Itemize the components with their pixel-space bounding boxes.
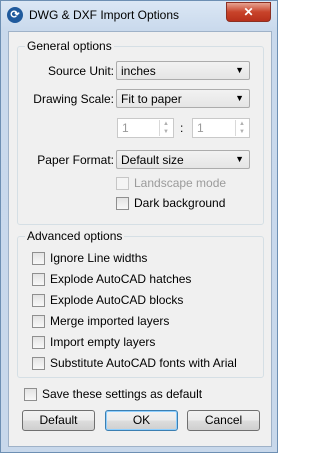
source-unit-value: inches <box>121 64 156 78</box>
chevron-down-icon: ▼ <box>235 65 244 75</box>
ignore-line-widths-label: Ignore Line widths <box>50 251 148 265</box>
dark-background-label: Dark background <box>134 196 226 210</box>
merge-layers-checkbox[interactable]: Merge imported layers <box>32 314 257 330</box>
source-unit-label: Source Unit: <box>47 64 114 78</box>
general-options-group: General options Source Unit: inches ▼ Dr… <box>17 39 264 225</box>
cancel-button[interactable]: Cancel <box>187 410 260 431</box>
save-as-default-label: Save these settings as default <box>42 387 203 401</box>
advanced-options-group: Advanced options Ignore Line widths Expl… <box>17 229 264 378</box>
checkbox-box <box>32 294 45 307</box>
app-icon: ⟳ <box>7 7 23 23</box>
paper-format-select[interactable]: Default size ▼ <box>116 150 250 169</box>
close-button[interactable]: ✕ <box>226 2 271 22</box>
general-options-title: General options <box>25 39 114 53</box>
dialog-body: General options Source Unit: inches ▼ Dr… <box>8 31 272 447</box>
import-empty-layers-label: Import empty layers <box>50 335 156 349</box>
ok-button[interactable]: OK <box>105 410 178 431</box>
import-empty-layers-checkbox[interactable]: Import empty layers <box>32 335 257 351</box>
drawing-scale-select[interactable]: Fit to paper ▼ <box>116 89 250 108</box>
explode-blocks-checkbox[interactable]: Explode AutoCAD blocks <box>32 293 257 309</box>
scale-numerator-spinner[interactable]: 1 ▲ ▼ <box>117 118 174 138</box>
advanced-options-title: Advanced options <box>25 229 125 243</box>
default-button[interactable]: Default <box>22 410 95 431</box>
scale-denominator-value: 1 <box>197 121 204 135</box>
paper-format-value: Default size <box>121 153 184 167</box>
scale-numerator-value: 1 <box>122 121 129 135</box>
substitute-fonts-label: Substitute AutoCAD fonts with Arial <box>50 356 237 370</box>
import-options-dialog: ⟳ DWG & DXF Import Options ✕ General opt… <box>0 0 278 453</box>
explode-hatches-checkbox[interactable]: Explode AutoCAD hatches <box>32 272 257 288</box>
checkbox-box <box>32 315 45 328</box>
landscape-mode-checkbox[interactable]: Landscape mode <box>116 176 246 192</box>
checkbox-box <box>116 197 129 210</box>
paper-format-label: Paper Format: <box>37 153 114 167</box>
landscape-mode-label: Landscape mode <box>134 176 227 190</box>
checkbox-box <box>32 357 45 370</box>
spinner-arrows-icon[interactable]: ▲ ▼ <box>235 120 248 136</box>
scale-denominator-spinner[interactable]: 1 ▲ ▼ <box>192 118 250 138</box>
checkbox-box <box>116 177 129 190</box>
title-bar[interactable]: ⟳ DWG & DXF Import Options ✕ <box>1 1 277 31</box>
checkbox-box <box>32 336 45 349</box>
ignore-line-widths-checkbox[interactable]: Ignore Line widths <box>32 251 257 267</box>
chevron-down-icon: ▼ <box>235 154 244 164</box>
drawing-scale-label: Drawing Scale: <box>33 92 114 106</box>
drawing-scale-value: Fit to paper <box>121 92 182 106</box>
checkbox-box <box>24 388 37 401</box>
merge-layers-label: Merge imported layers <box>50 314 170 328</box>
checkbox-box <box>32 273 45 286</box>
chevron-down-icon: ▼ <box>235 93 244 103</box>
window-title: DWG & DXF Import Options <box>29 8 180 22</box>
scale-separator: : <box>180 121 184 135</box>
spinner-arrows-icon[interactable]: ▲ ▼ <box>159 120 172 136</box>
substitute-fonts-checkbox[interactable]: Substitute AutoCAD fonts with Arial <box>32 356 257 372</box>
dark-background-checkbox[interactable]: Dark background <box>116 196 246 212</box>
checkbox-box <box>32 252 45 265</box>
save-as-default-checkbox[interactable]: Save these settings as default <box>24 387 254 403</box>
source-unit-select[interactable]: inches ▼ <box>116 61 250 80</box>
explode-blocks-label: Explode AutoCAD blocks <box>50 293 184 307</box>
explode-hatches-label: Explode AutoCAD hatches <box>50 272 192 286</box>
